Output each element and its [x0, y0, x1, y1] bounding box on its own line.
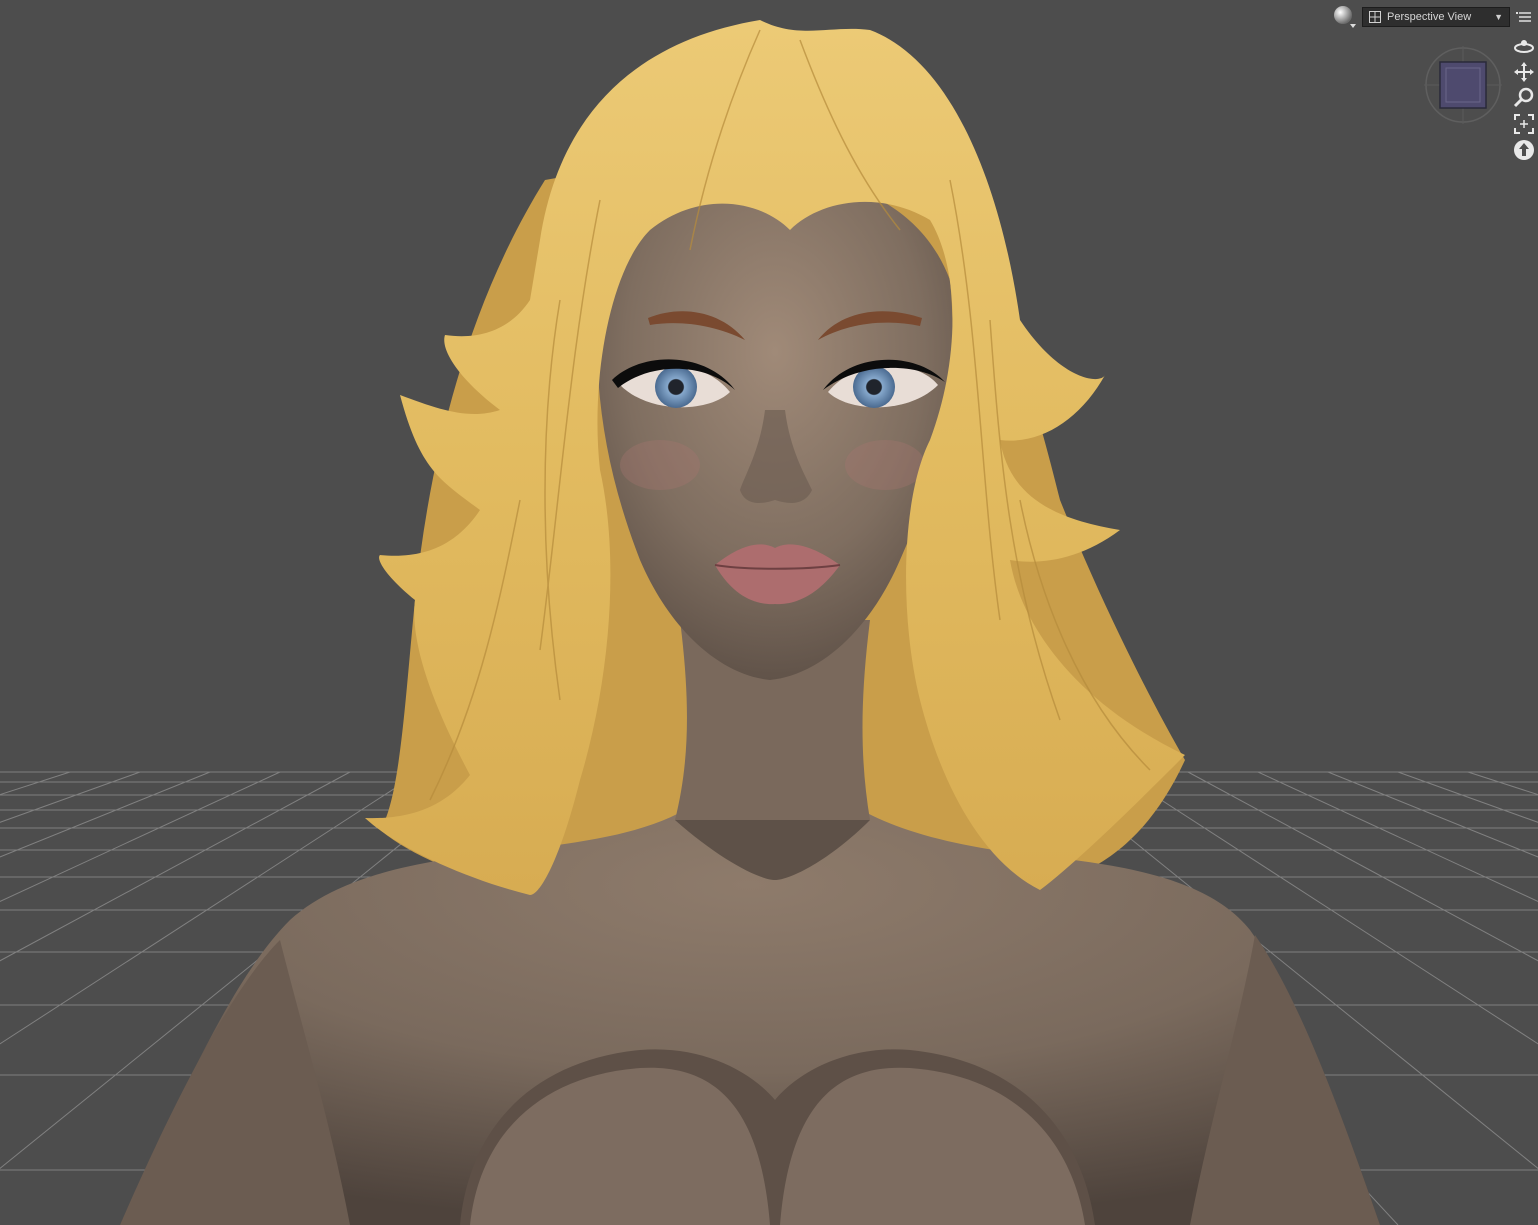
viewport-toolbar: Perspective View ▼: [1332, 4, 1534, 30]
orbit-button[interactable]: [1512, 34, 1536, 58]
frame-icon: [1514, 114, 1534, 134]
view-cube-icon: [1424, 46, 1502, 124]
orbit-icon: [1514, 40, 1534, 53]
options-menu-icon: [1516, 12, 1531, 22]
zoom-icon: [1513, 87, 1534, 108]
chevron-down-icon: ▼: [1494, 12, 1503, 22]
view-selector-dropdown[interactable]: Perspective View ▼: [1362, 7, 1510, 27]
perspective-view-icon: [1369, 11, 1381, 23]
scene-render[interactable]: [0, 0, 1538, 1225]
view-selector-label: Perspective View: [1387, 11, 1472, 23]
shading-mode-button[interactable]: [1332, 4, 1358, 30]
options-menu-button[interactable]: [1514, 7, 1534, 27]
navigation-tools: [1512, 34, 1536, 162]
reset-up-icon: [1514, 140, 1534, 160]
pan-icon: [1514, 62, 1534, 82]
sphere-icon: [1334, 6, 1356, 28]
navigation-cube[interactable]: [1424, 46, 1502, 124]
zoom-button[interactable]: [1512, 86, 1536, 110]
frame-button[interactable]: [1512, 112, 1536, 136]
pan-button[interactable]: [1512, 60, 1536, 84]
3d-viewport[interactable]: Perspective View ▼: [0, 0, 1538, 1225]
reset-up-button[interactable]: [1512, 138, 1536, 162]
